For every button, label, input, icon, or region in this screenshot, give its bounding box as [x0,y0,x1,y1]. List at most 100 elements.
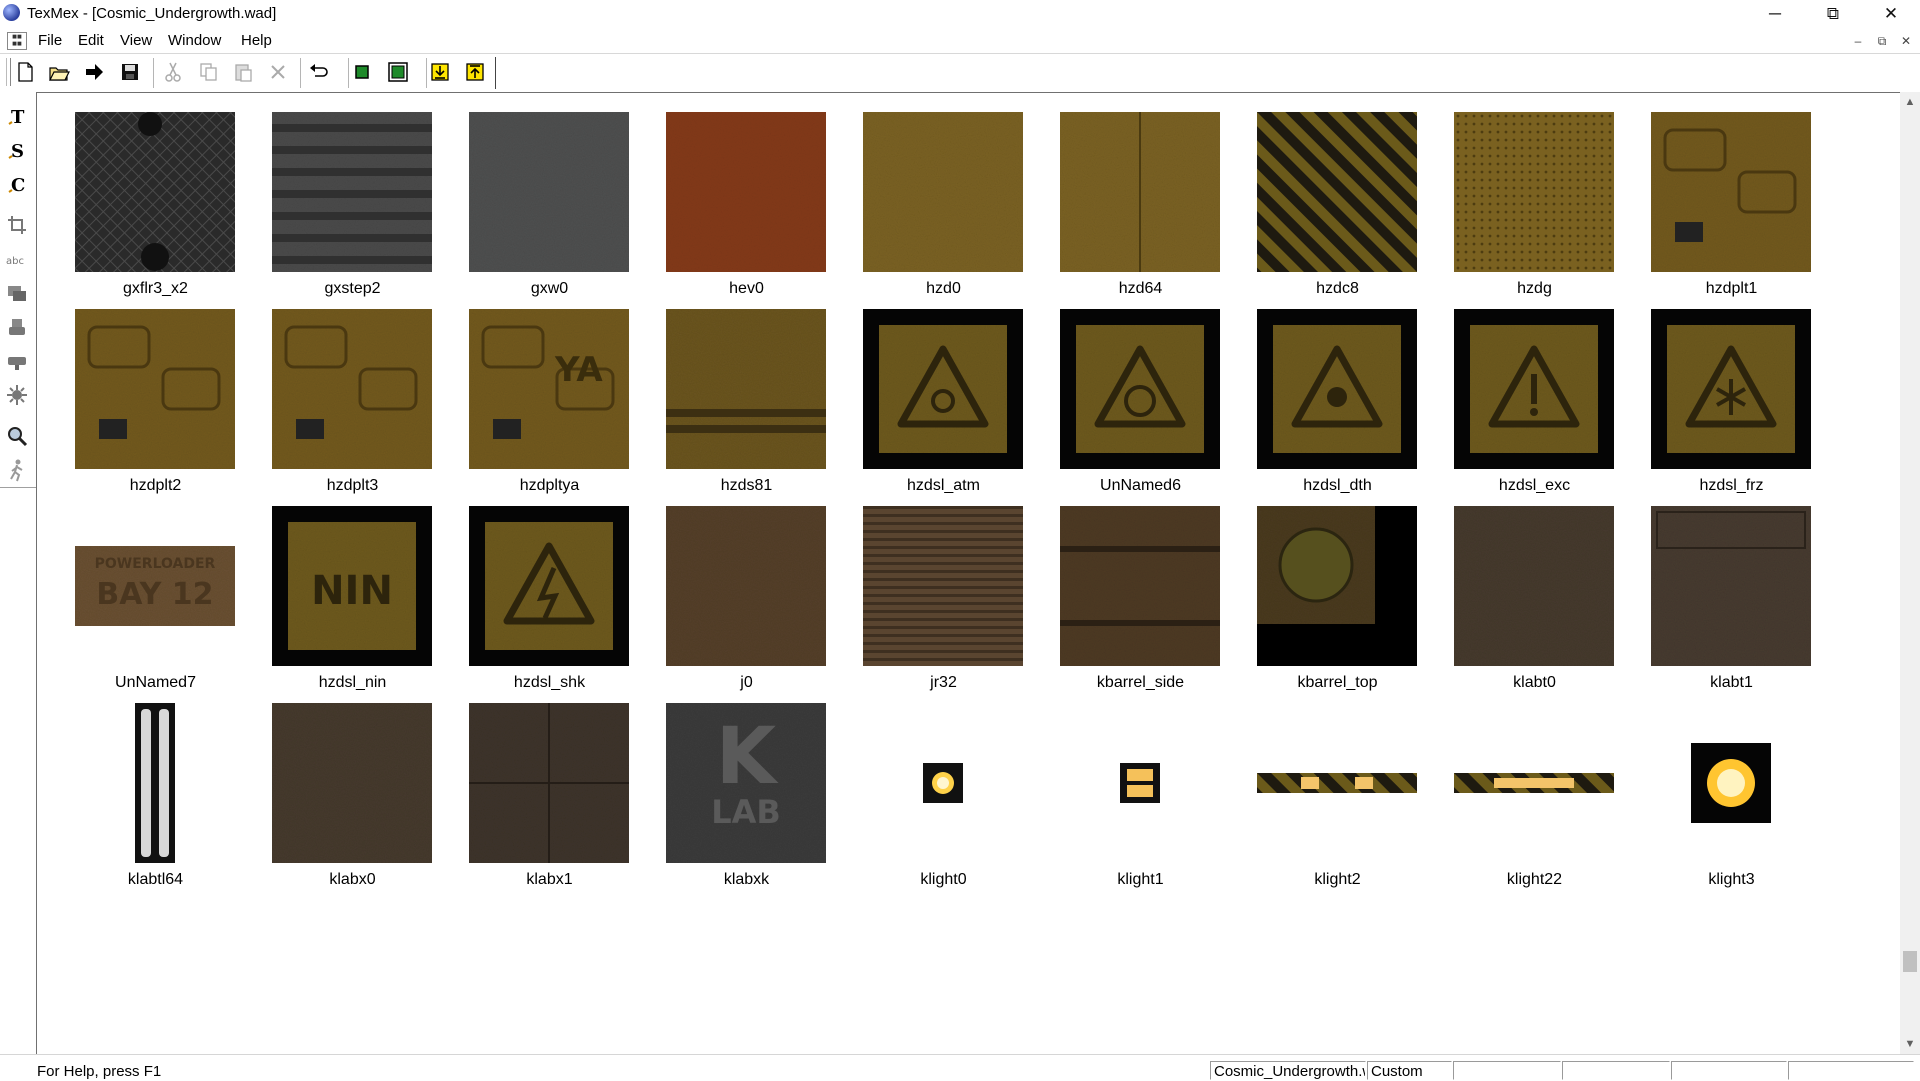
texture-thumbnail[interactable] [1120,763,1160,807]
texture-thumbnail[interactable] [1257,309,1417,473]
texture-tile[interactable]: kbarrel_side [1042,506,1239,703]
texture-tile[interactable]: hzd0 [845,112,1042,309]
undo-icon[interactable] [307,60,331,84]
texture-tile[interactable]: hzdplt1 [1633,112,1830,309]
texture-thumbnail[interactable] [469,506,629,670]
new-file-icon[interactable] [13,60,37,84]
texture-tile[interactable]: hzds81 [648,309,845,506]
texture-thumbnail[interactable] [1257,112,1417,276]
walk-icon[interactable] [5,458,29,482]
texture-thumbnail[interactable] [1691,743,1771,827]
texture-thumbnail[interactable] [1454,506,1614,670]
texture-thumbnail[interactable]: NIN [272,506,432,670]
texture-tile[interactable]: NIN hzdsl_nin [254,506,451,703]
menu-file[interactable]: File [38,32,62,49]
texture-tile[interactable]: klight0 [845,703,1042,900]
texture-thumbnail[interactable] [1257,506,1417,670]
texture-thumbnail[interactable] [75,309,235,473]
text-tool-icon[interactable]: T [5,104,29,128]
texture-thumbnail[interactable] [923,763,963,807]
texture-thumbnail[interactable] [469,112,629,276]
abc-tool-icon[interactable]: abc [5,247,29,271]
texture-thumbnail[interactable] [1257,773,1417,797]
save-disk-icon[interactable] [118,60,142,84]
mdi-close-icon[interactable]: ✕ [1897,32,1915,50]
scroll-thumb[interactable] [1903,951,1917,972]
texture-tile[interactable]: K LAB klabxk [648,703,845,900]
texture-tile[interactable]: klight2 [1239,703,1436,900]
fit-square-icon[interactable] [386,60,410,84]
texmex-app-icon[interactable] [3,4,20,21]
texture-thumbnail[interactable]: YA [469,309,629,473]
scroll-down-icon[interactable]: ▼ [1900,1034,1920,1054]
menu-help[interactable]: Help [241,32,272,49]
menu-window[interactable]: Window [168,32,221,49]
texture-thumbnail[interactable] [1651,506,1811,670]
texture-tile[interactable]: hzdg [1436,112,1633,309]
texture-thumbnail[interactable] [666,506,826,670]
scroll-up-icon[interactable]: ▲ [1900,92,1920,112]
texture-thumbnail[interactable] [1454,309,1614,473]
copy-icon[interactable] [196,60,220,84]
texture-thumbnail[interactable] [863,309,1023,473]
texture-thumbnail[interactable] [135,703,175,867]
s-tool-icon[interactable]: S [5,138,29,162]
texture-tile[interactable]: j0 [648,506,845,703]
texture-tile[interactable]: hzdsl_atm [845,309,1042,506]
texture-tile[interactable]: gxw0 [451,112,648,309]
texture-thumbnail[interactable] [272,112,432,276]
texture-thumbnail[interactable] [863,506,1023,670]
menu-edit[interactable]: Edit [78,32,104,49]
paste-icon[interactable] [231,60,255,84]
roller-icon[interactable] [5,349,29,373]
layers-icon[interactable] [5,281,29,305]
texture-thumbnail[interactable] [666,112,826,276]
texture-tile[interactable]: klight1 [1042,703,1239,900]
texture-thumbnail[interactable]: POWERLOADER BAY 12 [75,546,235,630]
delete-icon[interactable] [266,60,290,84]
import-icon[interactable] [428,60,452,84]
texture-tile[interactable]: jr32 [845,506,1042,703]
texture-thumbnail[interactable] [75,112,235,276]
texture-tile[interactable]: hzd64 [1042,112,1239,309]
vertical-scrollbar[interactable]: ▲ ▼ [1900,92,1920,1054]
zoom-icon[interactable] [5,424,29,448]
texture-tile[interactable]: klabx0 [254,703,451,900]
texture-tile[interactable]: hzdplt2 [57,309,254,506]
texture-tile[interactable]: POWERLOADER BAY 12 UnNamed7 [57,506,254,703]
texture-tile[interactable]: hzdsl_shk [451,506,648,703]
texture-thumbnail[interactable] [1454,112,1614,276]
texture-thumbnail[interactable] [272,309,432,473]
texture-thumbnail[interactable] [666,309,826,473]
mdi-minimize-icon[interactable]: – [1849,32,1867,50]
small-square-icon[interactable] [350,60,374,84]
sun-icon[interactable] [5,383,29,407]
texture-tile[interactable]: hzdsl_dth [1239,309,1436,506]
texture-thumbnail[interactable] [1651,112,1811,276]
texture-tile[interactable]: gxflr3_x2 [57,112,254,309]
texture-thumbnail[interactable] [1060,112,1220,276]
texture-tile[interactable]: hev0 [648,112,845,309]
restore-icon[interactable]: ⧉ [1804,0,1862,29]
open-folder-icon[interactable] [47,60,71,84]
menu-view[interactable]: View [120,32,152,49]
texture-tile[interactable]: hzdsl_exc [1436,309,1633,506]
stamp-icon[interactable] [5,315,29,339]
texture-tile[interactable]: kbarrel_top [1239,506,1436,703]
texture-tile[interactable]: hzdsl_frz [1633,309,1830,506]
cut-icon[interactable] [161,60,185,84]
mdi-restore-icon[interactable]: ⧉ [1873,32,1891,50]
texture-thumbnail[interactable]: K LAB [666,703,826,867]
texture-thumbnail[interactable] [1651,309,1811,473]
close-icon[interactable]: ✕ [1862,0,1920,29]
crop-icon[interactable] [5,213,29,237]
texture-thumbnail[interactable] [1454,773,1614,797]
texture-tile[interactable]: YA hzdpltya [451,309,648,506]
minimize-icon[interactable]: ─ [1746,0,1804,29]
texture-tile[interactable]: klabx1 [451,703,648,900]
texture-thumbnail[interactable] [863,112,1023,276]
texture-tile[interactable]: klight3 [1633,703,1830,900]
texture-tile[interactable]: klabt1 [1633,506,1830,703]
texture-tile[interactable]: hzdc8 [1239,112,1436,309]
texture-thumbnail[interactable] [1060,309,1220,473]
